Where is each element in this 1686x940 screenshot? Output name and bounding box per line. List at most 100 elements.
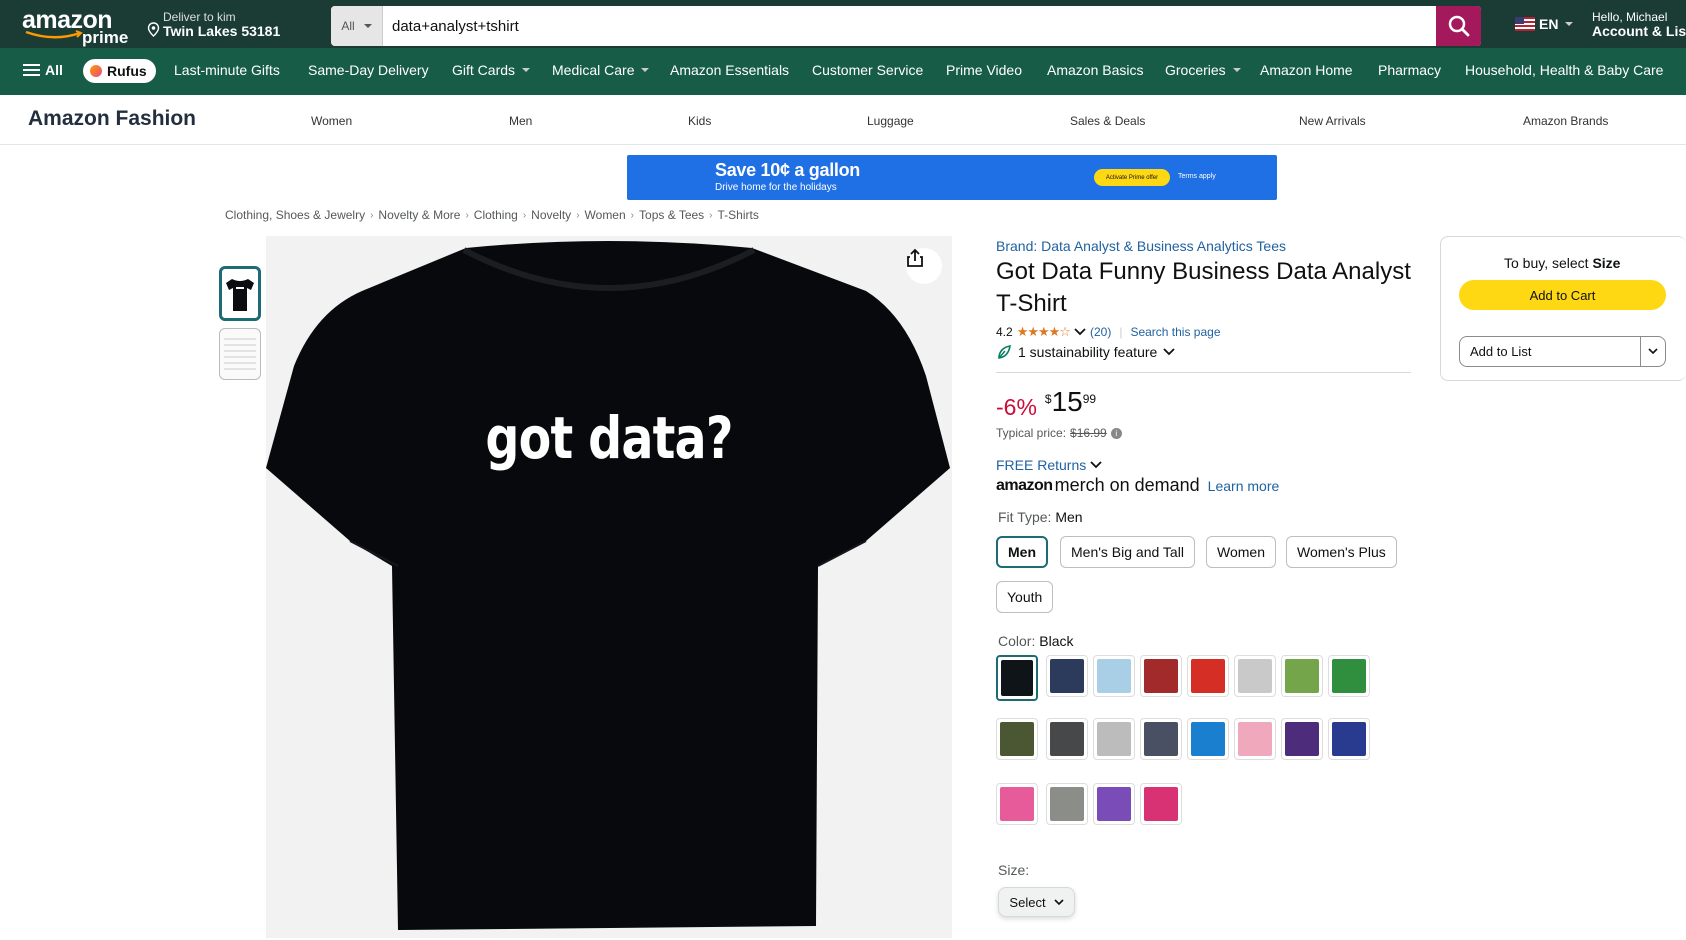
fashion-brand-link[interactable]: Amazon Fashion — [28, 107, 196, 131]
nav-item-home[interactable]: Amazon Home — [1260, 62, 1353, 78]
discount-percent: -6% — [996, 394, 1037, 420]
color-swatch[interactable] — [1093, 783, 1135, 825]
fit-option-women[interactable]: Women — [1206, 536, 1276, 568]
nav-item-customer-service[interactable]: Customer Service — [812, 62, 923, 78]
info-icon[interactable]: i — [1110, 427, 1122, 439]
search-this-page-link[interactable]: Search this page — [1130, 325, 1220, 339]
breadcrumb-link[interactable]: Women — [585, 208, 626, 222]
chevron-down-icon — [522, 68, 531, 72]
typical-price: Typical price: $16.99 i — [996, 426, 1122, 440]
free-returns-link[interactable]: FREE Returns — [996, 457, 1102, 473]
nav-label: Pharmacy — [1378, 62, 1442, 78]
fit-option-youth[interactable]: Youth — [996, 581, 1054, 613]
add-to-list-dropdown[interactable] — [1640, 337, 1665, 366]
star-rating-icon[interactable]: ★★★★☆ — [1017, 324, 1071, 340]
color-swatch[interactable] — [1328, 655, 1370, 697]
color-swatch[interactable] — [1046, 655, 1088, 697]
fashion-link-new-arrivals[interactable]: New Arrivals — [1299, 114, 1366, 128]
learn-more-link[interactable]: Learn more — [1208, 478, 1280, 494]
deliver-to[interactable]: Deliver to kim Twin Lakes 53181 — [147, 10, 280, 38]
banner-cta-button[interactable]: Activate Prime offer — [1094, 169, 1170, 186]
thumbnail-size-chart[interactable] — [219, 328, 261, 380]
share-button[interactable] — [906, 248, 942, 284]
color-swatch[interactable] — [1234, 718, 1276, 760]
thumbnail-tshirt[interactable] — [219, 266, 261, 321]
nav-item-household[interactable]: Household, Health & Baby Care — [1465, 62, 1663, 78]
fashion-link-brands[interactable]: Amazon Brands — [1523, 114, 1608, 128]
sustainability-feature[interactable]: 1 sustainability feature — [996, 344, 1175, 360]
free-returns-label: FREE Returns — [996, 457, 1087, 473]
color-swatch[interactable] — [1093, 718, 1135, 760]
nav-item-same-day[interactable]: Same-Day Delivery — [308, 62, 429, 78]
breadcrumb-link[interactable]: T-Shirts — [718, 208, 759, 222]
color-swatch[interactable] — [1328, 718, 1370, 760]
chevron-down-icon[interactable] — [1074, 328, 1086, 336]
tshirt-print-text: got data? — [485, 404, 733, 472]
color-swatch[interactable] — [1046, 718, 1088, 760]
search-button[interactable] — [1436, 6, 1481, 46]
account-menu[interactable]: Hello, Michael Account & Lists — [1592, 10, 1686, 38]
swatch-color-fill — [1050, 659, 1084, 693]
breadcrumb-link[interactable]: Novelty & More — [378, 208, 460, 222]
language-selector[interactable]: EN — [1515, 16, 1574, 32]
nav-label: Amazon Home — [1260, 62, 1353, 78]
swatch-color-fill — [1000, 787, 1034, 821]
search-input[interactable] — [383, 6, 1436, 46]
product-main-image[interactable]: got data? — [266, 236, 952, 938]
color-swatch[interactable] — [1234, 655, 1276, 697]
breadcrumb-link[interactable]: Tops & Tees — [639, 208, 704, 222]
tshirt-thumbnail-image — [226, 279, 254, 311]
search-department-select[interactable]: All — [331, 6, 383, 46]
color-swatch[interactable] — [1140, 783, 1182, 825]
all-menu-button[interactable]: All — [23, 62, 63, 78]
fit-option-men[interactable]: Men — [996, 536, 1048, 568]
fashion-link-luggage[interactable]: Luggage — [867, 114, 914, 128]
color-swatch[interactable] — [1093, 655, 1135, 697]
rating-value: 4.2 — [996, 325, 1013, 339]
add-to-cart-button[interactable]: Add to Cart — [1459, 280, 1666, 310]
color-swatch[interactable] — [1281, 655, 1323, 697]
fashion-link-deals[interactable]: Sales & Deals — [1070, 114, 1145, 128]
swatch-color-fill — [1000, 722, 1034, 756]
size-select[interactable]: Select — [998, 887, 1075, 917]
color-swatch[interactable] — [1046, 783, 1088, 825]
amazon-prime-logo[interactable]: amazon prime — [20, 6, 132, 47]
brand-link[interactable]: Brand: Data Analyst & Business Analytics… — [996, 238, 1286, 254]
fashion-link-men[interactable]: Men — [509, 114, 532, 128]
review-count-link[interactable]: (20) — [1090, 325, 1111, 339]
fashion-link-women[interactable]: Women — [311, 114, 352, 128]
color-swatch[interactable] — [1281, 718, 1323, 760]
nav-item-basics[interactable]: Amazon Basics — [1047, 62, 1143, 78]
chevron-down-icon — [1648, 348, 1658, 355]
rufus-button[interactable]: Rufus — [83, 59, 156, 83]
color-swatch[interactable] — [996, 718, 1038, 760]
nav-item-pharmacy[interactable]: Pharmacy — [1378, 62, 1441, 78]
color-swatch[interactable] — [1140, 655, 1182, 697]
price-fraction: 99 — [1082, 392, 1097, 406]
fit-option-womens-plus[interactable]: Women's Plus — [1286, 536, 1397, 568]
all-label: All — [45, 62, 63, 78]
nav-item-medical[interactable]: Medical Care — [552, 62, 650, 78]
nav-item-prime-video[interactable]: Prime Video — [946, 62, 1022, 78]
nav-item-gift-cards[interactable]: Gift Cards — [452, 62, 531, 78]
add-to-list-button[interactable]: Add to List — [1460, 337, 1640, 366]
nav-label: Prime Video — [946, 62, 1023, 78]
breadcrumb-link[interactable]: Novelty — [531, 208, 571, 222]
color-swatch[interactable] — [996, 655, 1038, 701]
color-swatch[interactable] — [1187, 718, 1229, 760]
breadcrumb-separator: › — [522, 209, 527, 221]
nav-label: Amazon Basics — [1047, 62, 1144, 78]
breadcrumb-link[interactable]: Clothing — [474, 208, 518, 222]
fit-option-mens-big-tall[interactable]: Men's Big and Tall — [1060, 536, 1195, 568]
chevron-down-icon — [1232, 68, 1241, 72]
color-swatch[interactable] — [1140, 718, 1182, 760]
color-swatch[interactable] — [1187, 655, 1229, 697]
breadcrumb-link[interactable]: Clothing, Shoes & Jewelry — [225, 208, 365, 222]
fashion-link-kids[interactable]: Kids — [688, 114, 711, 128]
color-swatch[interactable] — [996, 783, 1038, 825]
promo-banner[interactable]: Save 10¢ a gallon Drive home for the hol… — [627, 155, 1277, 200]
nav-item-gifts[interactable]: Last-minute Gifts — [174, 62, 280, 78]
nav-item-groceries[interactable]: Groceries — [1165, 62, 1241, 78]
nav-item-essentials[interactable]: Amazon Essentials — [670, 62, 789, 78]
add-to-list-control: Add to List — [1459, 336, 1666, 367]
